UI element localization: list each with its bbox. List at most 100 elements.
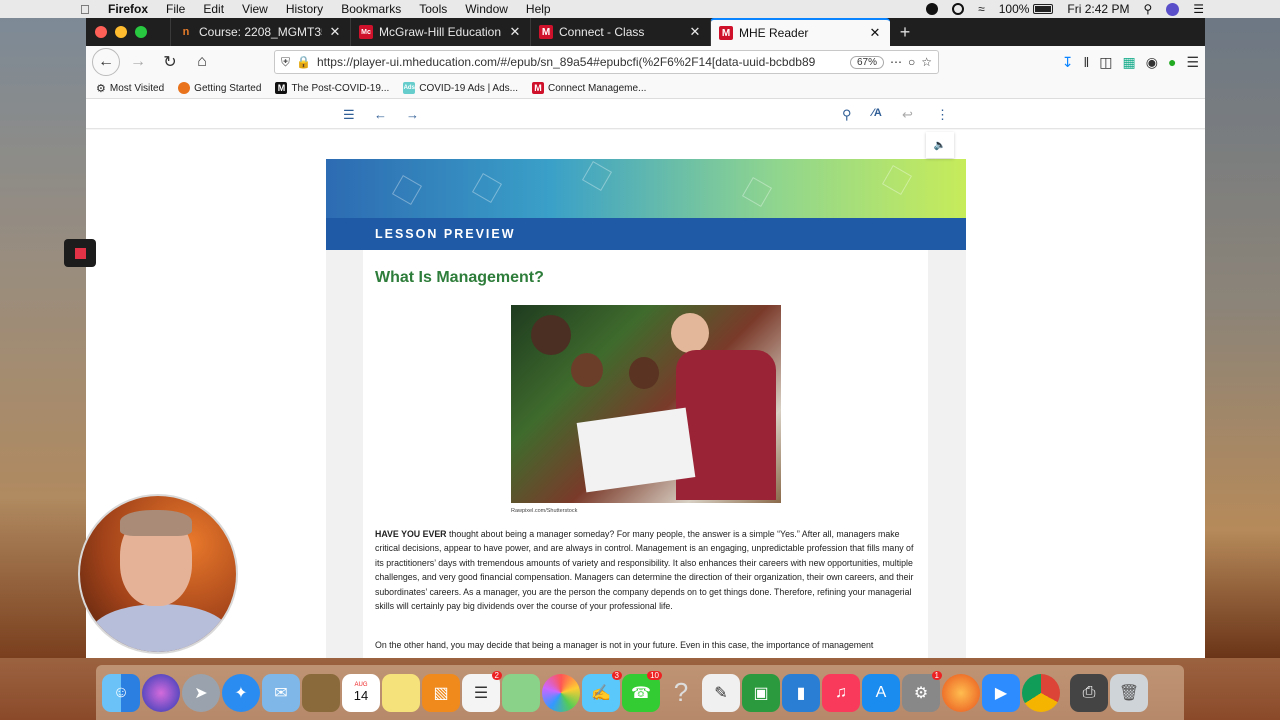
finder-icon[interactable]: ☺ [102, 673, 140, 712]
facetime-icon[interactable]: ☎ 10 [622, 670, 662, 712]
keynote-icon[interactable]: ▮ [782, 673, 820, 712]
lesson-banner-graphic [326, 159, 966, 218]
battery-status[interactable]: 100% [999, 2, 1054, 16]
tab-connect-class[interactable]: M Connect - Class ✕ [530, 18, 710, 46]
tab-close-icon[interactable]: ✕ [328, 24, 342, 40]
tab-favicon: n [182, 26, 190, 38]
reader-viewport: ☰ ← → ⚲ ⁄A ↩ ⋮ 🔈 LESSON PREVIEW What Is … [86, 101, 1205, 658]
forward-arrow-icon[interactable]: → [124, 48, 152, 76]
apple-menu-icon[interactable]:  [80, 2, 94, 17]
calendar-day: 14 [353, 688, 369, 703]
printer-icon[interactable]: ⎙ [1070, 673, 1108, 712]
table-of-contents-icon[interactable]: ☰ [343, 107, 355, 123]
pocket-icon[interactable]: ○ [908, 55, 915, 69]
notebook-icon[interactable] [302, 673, 340, 712]
prefs-badge: 1 [931, 670, 942, 680]
tab-close-icon[interactable]: ✕ [688, 24, 702, 40]
siri-icon[interactable] [142, 673, 180, 712]
undo-icon[interactable]: ↩ [902, 107, 913, 123]
search-icon[interactable]: ⚲ [842, 107, 852, 123]
reminders-icon[interactable]: ☰ 2 [462, 670, 502, 712]
bookmark-star-icon[interactable]: ☆ [921, 55, 932, 69]
tab-mhe-reader[interactable]: M MHE Reader ✕ [710, 18, 890, 46]
tab-course[interactable]: n Course: 2208_MGMT351_91F ✕ [170, 18, 350, 46]
photos-icon[interactable] [542, 673, 580, 712]
chrome-icon[interactable] [1022, 673, 1060, 712]
messages-icon[interactable]: ✍ 3 [582, 670, 622, 712]
menu-app-name[interactable]: Firefox [108, 2, 148, 16]
close-window-button[interactable] [95, 26, 107, 38]
account-icon[interactable]: ◉ [1146, 54, 1158, 71]
spotlight-search-icon[interactable]: ⚲ [1143, 2, 1152, 16]
textedit-icon[interactable]: ✎ [702, 673, 740, 712]
zoom-level-badge[interactable]: 67% [849, 55, 884, 69]
firefox-dock-icon[interactable] [942, 673, 980, 712]
menu-tools[interactable]: Tools [419, 2, 447, 16]
help-icon[interactable]: ? [662, 674, 700, 712]
home-icon[interactable]: ⌂ [188, 48, 216, 76]
lock-icon[interactable]: 🔒 [296, 55, 311, 69]
trash-icon[interactable]: 🗑 [1110, 673, 1148, 712]
desktop-wallpaper-right [1204, 18, 1280, 658]
notes-icon[interactable] [382, 673, 420, 712]
music-icon[interactable]: ♫ [822, 673, 860, 712]
mail-icon[interactable]: ✉ [262, 673, 300, 712]
reload-icon[interactable]: ↻ [156, 48, 184, 76]
system-preferences-icon[interactable]: ⚙ 1 [902, 670, 942, 712]
new-tab-button[interactable]: + [890, 18, 920, 46]
tab-mcgraw-hill-campus[interactable]: Mc McGraw-Hill Education Campus ✕ [350, 18, 530, 46]
menu-window[interactable]: Window [465, 2, 508, 16]
minimize-window-button[interactable] [115, 26, 127, 38]
zoom-icon[interactable]: ▶ [982, 673, 1020, 712]
read-aloud-speaker-icon[interactable]: 🔈 [926, 132, 954, 158]
tab-close-icon[interactable]: ✕ [868, 25, 882, 41]
extension-icon[interactable]: ▦ [1123, 54, 1136, 71]
calendar-icon[interactable]: AUG 14 [342, 673, 380, 712]
bookmark-getting-started[interactable]: Getting Started [178, 82, 261, 94]
menu-bookmarks[interactable]: Bookmarks [341, 2, 401, 16]
vpn-icon[interactable] [952, 3, 965, 15]
bookmarks-toolbar: ⚙ Most Visited Getting Started M The Pos… [86, 78, 1205, 99]
bookmark-covid-ads[interactable]: Ads COVID-19 Ads | Ads... [403, 82, 518, 94]
sidebar-icon[interactable]: ◫ [1099, 54, 1112, 71]
record-status-icon[interactable] [926, 3, 939, 15]
bookmark-label: Most Visited [109, 82, 165, 94]
zoom-window-button[interactable] [135, 26, 147, 38]
menu-history[interactable]: History [286, 2, 323, 16]
maps-icon[interactable] [502, 673, 540, 712]
launchpad-icon[interactable]: ➤ [182, 673, 220, 712]
books-icon[interactable]: ▧ [422, 673, 460, 712]
safari-icon[interactable]: ✦ [222, 673, 260, 712]
downloads-icon[interactable]: ↧ [1062, 54, 1074, 71]
paragraph-1: HAVE YOU EVER thought about being a mana… [375, 527, 915, 613]
tab-favicon: M [539, 25, 553, 39]
more-options-icon[interactable]: ⋮ [936, 107, 949, 123]
bookmark-connect-management[interactable]: M Connect Manageme... [532, 82, 646, 94]
tab-close-icon[interactable]: ✕ [508, 24, 522, 40]
text-size-icon[interactable]: ⁄A [872, 107, 882, 119]
back-arrow-icon[interactable]: ← [92, 48, 120, 76]
tracking-shield-icon[interactable]: ⛨ [281, 55, 290, 70]
record-stop-icon [74, 247, 86, 259]
menu-help[interactable]: Help [526, 2, 551, 16]
menu-file[interactable]: File [166, 2, 185, 16]
user-avatar-icon[interactable] [1166, 2, 1180, 16]
extension-green-icon[interactable]: ● [1168, 54, 1176, 70]
url-text[interactable]: https://player-ui.mheducation.com/#/epub… [317, 55, 844, 69]
menu-view[interactable]: View [242, 2, 268, 16]
app-store-icon[interactable]: A [862, 673, 900, 712]
wifi-icon[interactable]: ≈ [978, 2, 985, 16]
numbers-icon[interactable]: ▣ [742, 673, 780, 712]
screen-record-button[interactable] [64, 239, 96, 267]
bookmark-post-covid[interactable]: M The Post-COVID-19... [275, 82, 389, 94]
hamburger-menu-icon[interactable]: ☰ [1186, 54, 1199, 71]
url-bar[interactable]: ⛨ 🔒 https://player-ui.mheducation.com/#/… [274, 50, 939, 74]
notification-center-icon[interactable]: ☰ [1193, 2, 1204, 16]
previous-page-icon[interactable]: ← [374, 107, 387, 122]
page-actions-icon[interactable]: ⋯ [890, 55, 902, 69]
menu-edit[interactable]: Edit [203, 2, 224, 16]
next-page-icon[interactable]: → [406, 107, 419, 122]
clock[interactable]: Fri 2:42 PM [1067, 2, 1129, 16]
library-icon[interactable]: ‖ [1083, 54, 1089, 70]
bookmark-most-visited[interactable]: ⚙ Most Visited [96, 82, 164, 95]
